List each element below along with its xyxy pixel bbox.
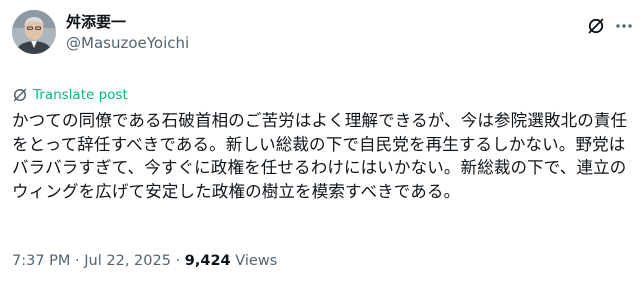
- meta-separator: ·: [175, 253, 181, 269]
- author-handle[interactable]: @MasuzoeYoichi: [66, 33, 189, 53]
- post-meta: 7:37 PM · Jul 22, 2025 · 9,424 Views: [12, 251, 277, 271]
- avatar-image: [12, 10, 56, 54]
- post-card: 舛添要一 @MasuzoeYoichi Translate post かつての同…: [0, 0, 644, 281]
- post-text: かつての同僚である石破首相のご苦労はよく理解できるが、今は参院選敗北の責任をとっ…: [12, 111, 628, 201]
- post-time[interactable]: 7:37 PM: [12, 253, 70, 269]
- grok-icon[interactable]: [586, 16, 606, 36]
- views-label: Views: [235, 253, 278, 269]
- translate-post-link[interactable]: Translate post: [12, 86, 630, 104]
- translate-icon: [12, 87, 28, 103]
- translate-post-label: Translate post: [33, 87, 128, 103]
- author-names: 舛添要一 @MasuzoeYoichi: [66, 10, 189, 53]
- meta-separator: ·: [75, 253, 80, 269]
- avatar[interactable]: [12, 10, 56, 54]
- author-display-name[interactable]: 舛添要一: [66, 12, 189, 32]
- views-count: 9,424: [184, 253, 231, 269]
- more-icon[interactable]: [614, 16, 634, 36]
- post-header: 舛添要一 @MasuzoeYoichi: [12, 10, 630, 72]
- post-date[interactable]: Jul 22, 2025: [84, 253, 171, 269]
